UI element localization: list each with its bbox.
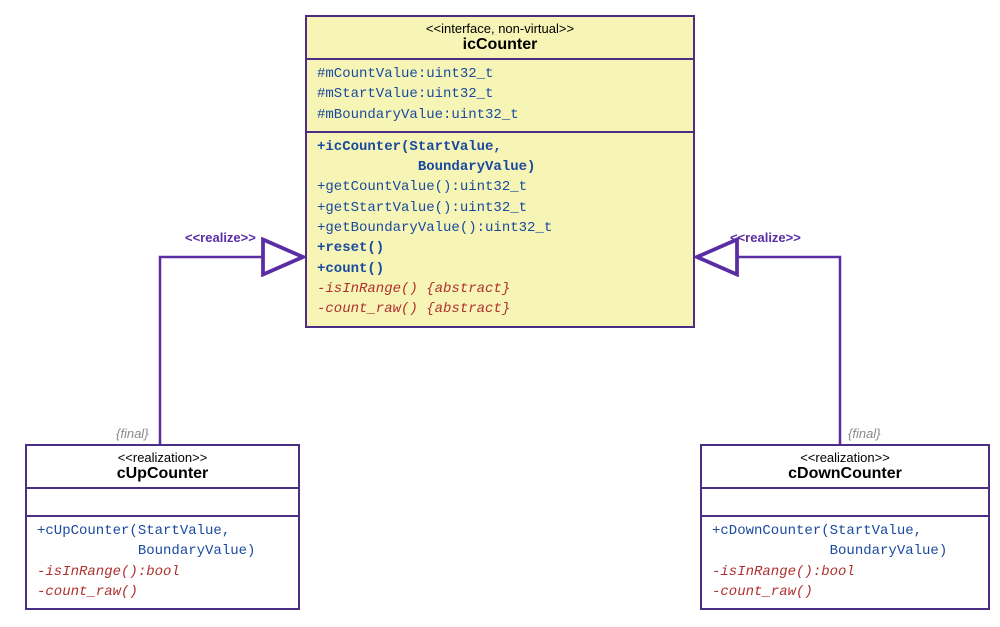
attributes-compartment-empty bbox=[702, 489, 988, 517]
realize-label-left: <<realize>> bbox=[185, 230, 256, 245]
attributes-compartment-empty bbox=[27, 489, 298, 517]
method: +getCountValue():uint32_t bbox=[317, 177, 683, 197]
method: +icCounter(StartValue, bbox=[317, 137, 683, 157]
attributes-compartment: #mCountValue:uint32_t #mStartValue:uint3… bbox=[307, 60, 693, 133]
class-header: <<interface, non-virtual>> icCounter bbox=[307, 17, 693, 60]
method: +cUpCounter(StartValue, bbox=[37, 521, 288, 541]
method-override: -isInRange():bool bbox=[712, 562, 978, 582]
stereotype: <<realization>> bbox=[35, 450, 290, 465]
stereotype: <<interface, non-virtual>> bbox=[315, 21, 685, 36]
class-iccounter: <<interface, non-virtual>> icCounter #mC… bbox=[305, 15, 695, 328]
method: +count() bbox=[317, 259, 683, 279]
final-label-left: {final} bbox=[116, 426, 149, 441]
final-label-right: {final} bbox=[848, 426, 881, 441]
class-header: <<realization>> cDownCounter bbox=[702, 446, 988, 489]
method: BoundaryValue) bbox=[712, 541, 978, 561]
class-name: icCounter bbox=[315, 36, 685, 54]
method-abstract: -count_raw() {abstract} bbox=[317, 299, 683, 319]
methods-compartment: +cDownCounter(StartValue, BoundaryValue)… bbox=[702, 517, 988, 608]
attribute: #mCountValue:uint32_t bbox=[317, 64, 683, 84]
attribute: #mStartValue:uint32_t bbox=[317, 84, 683, 104]
method-override: -count_raw() bbox=[712, 582, 978, 602]
method: +getBoundaryValue():uint32_t bbox=[317, 218, 683, 238]
method: +cDownCounter(StartValue, bbox=[712, 521, 978, 541]
class-name: cDownCounter bbox=[710, 465, 980, 483]
realize-label-right: <<realize>> bbox=[730, 230, 801, 245]
method: +reset() bbox=[317, 238, 683, 258]
methods-compartment: +icCounter(StartValue, BoundaryValue) +g… bbox=[307, 133, 693, 326]
attribute: #mBoundaryValue:uint32_t bbox=[317, 105, 683, 125]
class-name: cUpCounter bbox=[35, 465, 290, 483]
method: BoundaryValue) bbox=[37, 541, 288, 561]
class-header: <<realization>> cUpCounter bbox=[27, 446, 298, 489]
methods-compartment: +cUpCounter(StartValue, BoundaryValue) -… bbox=[27, 517, 298, 608]
method: +getStartValue():uint32_t bbox=[317, 198, 683, 218]
method: BoundaryValue) bbox=[317, 157, 683, 177]
class-cupcounter: <<realization>> cUpCounter +cUpCounter(S… bbox=[25, 444, 300, 610]
class-cdowncounter: <<realization>> cDownCounter +cDownCount… bbox=[700, 444, 990, 610]
method-override: -count_raw() bbox=[37, 582, 288, 602]
method-override: -isInRange():bool bbox=[37, 562, 288, 582]
stereotype: <<realization>> bbox=[710, 450, 980, 465]
method-abstract: -isInRange() {abstract} bbox=[317, 279, 683, 299]
